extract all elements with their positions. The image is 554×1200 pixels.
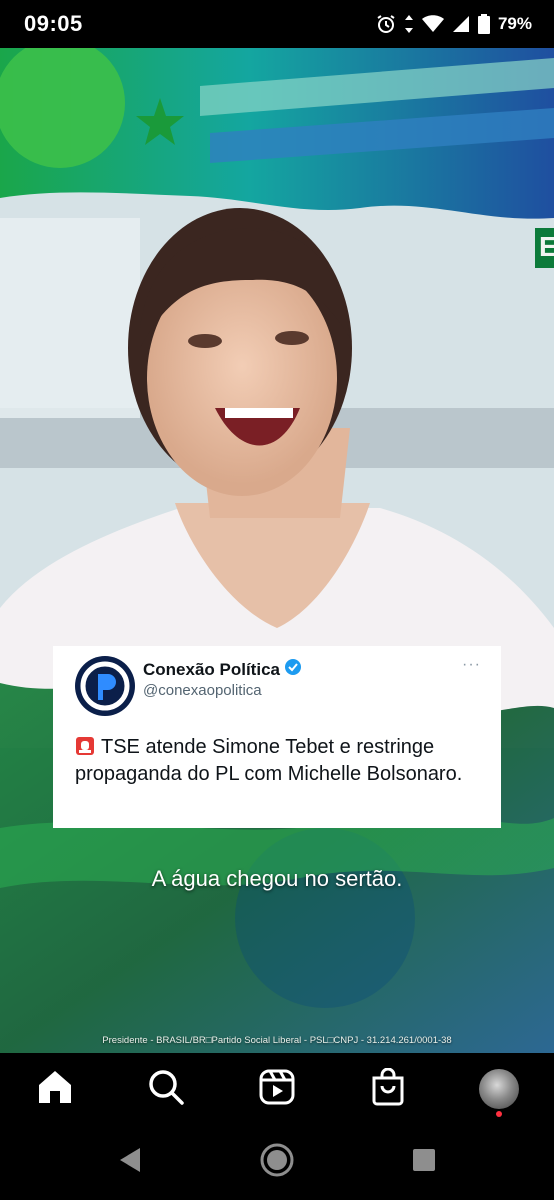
alarm-icon xyxy=(376,14,396,34)
recents-icon[interactable] xyxy=(412,1148,436,1177)
tweet-avatar xyxy=(75,656,135,716)
siren-emoji-icon xyxy=(75,736,95,756)
search-icon xyxy=(148,1069,184,1110)
back-icon[interactable] xyxy=(118,1147,142,1178)
status-time: 09:05 xyxy=(24,11,83,36)
video-legal-line: Presidente - BRASIL/BR□Partido Social Li… xyxy=(102,1035,452,1046)
status-icons: 79% xyxy=(376,14,532,34)
tweet-more-icon: ··· xyxy=(462,656,481,673)
tweet-text-block: TSE atende Simone Tebet e restringe prop… xyxy=(75,734,495,788)
home-circle-icon[interactable] xyxy=(259,1142,295,1183)
verified-badge-icon xyxy=(284,658,302,681)
tweet-card: Conexão Política @conexaopolitica ··· TS… xyxy=(53,646,501,828)
bottom-nav xyxy=(0,1053,554,1125)
battery-icon xyxy=(477,14,490,34)
nav-reels[interactable] xyxy=(247,1059,307,1119)
nav-home[interactable] xyxy=(25,1059,85,1119)
nav-shop[interactable] xyxy=(358,1059,418,1119)
video-player[interactable]: E Conexão Política @conexaopolitica ··· … xyxy=(0,48,554,1053)
reels-icon xyxy=(259,1069,295,1110)
side-letter: E xyxy=(539,231,554,262)
nav-profile[interactable] xyxy=(469,1059,529,1119)
tweet-author-handle: @conexaopolitica xyxy=(143,682,262,699)
notification-dot xyxy=(495,1111,502,1117)
battery-percent: 79% xyxy=(497,14,532,33)
data-arrows-icon xyxy=(404,14,414,34)
video-caption: A água chegou no sertão. xyxy=(151,866,403,891)
wifi-icon xyxy=(421,15,444,33)
signal-icon xyxy=(452,15,470,33)
video-frame xyxy=(0,48,554,1053)
status-bar: 09:05 79% xyxy=(0,0,554,48)
system-nav-bar xyxy=(0,1125,554,1200)
home-icon xyxy=(36,1069,74,1110)
tweet-body: TSE atende Simone Tebet e restringe prop… xyxy=(75,736,463,785)
profile-avatar xyxy=(478,1069,519,1109)
tweet-author-name: Conexão Política xyxy=(143,658,302,681)
nav-search[interactable] xyxy=(136,1059,196,1119)
tweet-author-label: Conexão Política xyxy=(143,659,280,679)
shop-icon xyxy=(371,1067,405,1111)
